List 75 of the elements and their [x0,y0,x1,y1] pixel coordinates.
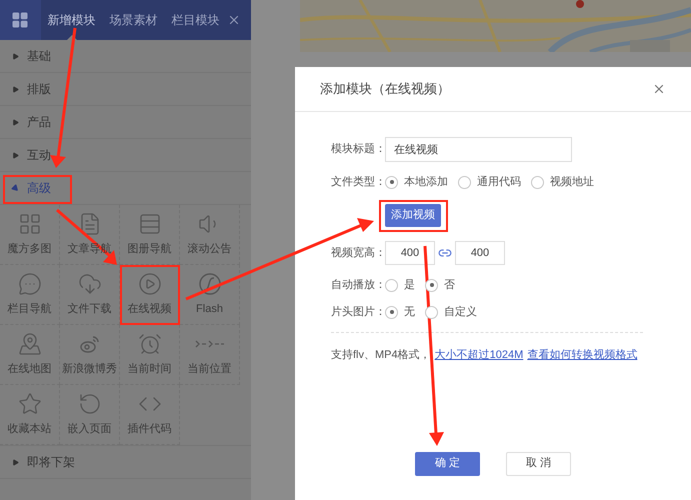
module-tile[interactable]: Flash [180,265,240,325]
width-input[interactable]: 400 [385,241,435,265]
alarm-clock-icon [138,332,162,356]
header-tab[interactable]: 新增模块 [40,0,103,40]
play-icon [138,272,162,296]
header-tab[interactable]: 栏目模块 [164,0,227,40]
module-tile[interactable]: 在线视频 [120,265,180,325]
radio-button[interactable] [385,278,398,292]
field-label: 文件类型： [331,174,385,190]
field-label: 视频宽高： [331,246,385,261]
field-label: 模块标题： [331,142,385,158]
help-link[interactable]: 查看如何转换视频格式 [527,347,638,364]
radio-button[interactable] [531,176,544,188]
module-tile[interactable]: 收藏本站 [0,385,60,445]
confirm-button[interactable]: 确 定 [415,452,480,476]
collapsed-triangle-icon [12,118,19,126]
map-icon [18,332,42,356]
flash-icon [198,272,222,296]
add-video-button[interactable]: 添加视频 [385,204,441,227]
module-tile[interactable]: 当前时间 [120,325,180,385]
highlight-frame [3,175,72,204]
list-icon [138,212,162,236]
grid-icon [18,212,42,236]
module-tile[interactable]: 图册导航 [120,205,180,265]
module-tile[interactable]: 在线地图 [0,325,60,385]
section-header[interactable]: 产品 [0,106,251,139]
cancel-button[interactable]: 取 消 [506,452,571,476]
collapsed-triangle-icon [12,86,19,92]
star-icon [18,392,42,416]
radio-label: 视频地址 [550,174,594,190]
dialog-title: 添加模块（在线视频） [320,80,450,98]
rotate-icon [78,392,102,416]
field-label: 自动播放： [331,278,385,293]
arrow [56,208,117,265]
header-tab[interactable]: 场景素材 [102,0,165,40]
grid-icon [11,11,30,29]
radio-button[interactable] [425,306,438,318]
chat-icon [18,272,42,296]
collapsed-triangle-icon [12,52,19,60]
height-input[interactable]: 400 [455,241,505,265]
radio-button[interactable] [458,176,471,188]
module-tile[interactable]: 文件下载 [60,265,120,325]
module-tile[interactable]: 滚动公告 [180,205,240,265]
radio-label: 通用代码 [477,174,521,190]
module-tile[interactable]: 魔方多图 [0,205,60,265]
section-header[interactable]: 排版 [0,73,251,106]
close-button[interactable] [652,82,666,96]
radio-label: 本地添加 [404,174,448,190]
radio-label: 自定义 [444,304,477,320]
section-header[interactable]: 高级 [0,172,251,205]
close-icon [652,82,666,96]
radio-button[interactable] [385,176,398,188]
highlight-frame [379,200,448,232]
expanded-triangle-icon [10,183,20,193]
radio-button[interactable] [425,278,438,292]
module-tile[interactable]: 嵌入页面 [60,385,120,445]
module-tile[interactable]: 插件代码 [120,385,180,445]
radio-label: 无 [404,304,415,320]
module-tile[interactable]: 新浪微博秀 [60,325,120,385]
field-label: 片头图片： [331,304,385,320]
radio-label: 是 [404,278,415,293]
radio-label: 否 [444,278,455,293]
section-header[interactable]: 基础 [0,40,251,73]
cloud-download-icon [78,272,102,296]
highlight-frame [120,265,180,325]
module-tile[interactable]: 栏目导航 [0,265,60,325]
title-input[interactable]: 在线视频 [385,137,572,162]
module-tile[interactable]: 当前位置 [180,325,240,385]
radio-button[interactable] [385,306,398,318]
section-header[interactable]: 即将下架 [0,446,251,479]
format-note: 支持flv、MP4格式， [331,348,431,363]
collapsed-triangle-icon [12,458,19,466]
help-link[interactable]: 大小不超过1024M [434,347,524,364]
grid-menu-button[interactable] [0,0,41,40]
collapsed-triangle-icon [12,152,19,158]
